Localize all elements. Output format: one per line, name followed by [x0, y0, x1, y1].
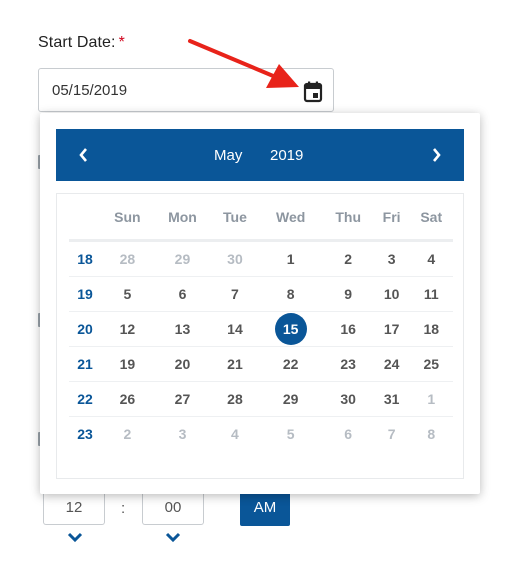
calendar-day[interactable]: 27	[153, 381, 212, 417]
calendar-grid: Sun Mon Tue Wed Thu Fri Sat 18 28 29 30 …	[69, 194, 453, 451]
month-label[interactable]: May	[214, 147, 242, 164]
week-number: 18	[69, 240, 101, 277]
calendar-day[interactable]: 5	[101, 276, 154, 312]
calendar-day[interactable]: 17	[373, 311, 410, 347]
year-label[interactable]: 2019	[270, 147, 303, 164]
calendar-day[interactable]: 5	[259, 417, 323, 452]
week-row: 21 19 20 21 22 23 24 25	[69, 346, 453, 382]
calendar-day[interactable]: 2	[322, 240, 374, 277]
calendar-day[interactable]: 4	[409, 240, 453, 277]
weekday-header-row: Sun Mon Tue Wed Thu Fri Sat	[69, 194, 453, 242]
calendar-day[interactable]: 6	[153, 276, 212, 312]
selected-day-label: 15	[274, 313, 307, 345]
week-row: 18 28 29 30 1 2 3 4	[69, 240, 453, 277]
weekday-header: Mon	[153, 194, 212, 242]
week-number: 21	[69, 346, 101, 382]
date-picker-popup: May 2019 Sun Mon Tue Wed Thu Fri Sat 18 …	[40, 113, 480, 494]
week-row: 19 5 6 7 8 9 10 11	[69, 276, 453, 312]
am-pm-toggle[interactable]: AM	[240, 492, 290, 526]
calendar-day[interactable]: 3	[154, 417, 211, 452]
time-separator: :	[121, 500, 126, 517]
week-row: 23 2 3 4 5 6 7 8	[69, 417, 453, 452]
calendar-day[interactable]: 23	[322, 346, 374, 382]
calendar-day[interactable]: 4	[211, 417, 259, 452]
start-date-input[interactable]: 05/15/2019	[38, 68, 334, 112]
week-number: 19	[69, 276, 101, 312]
calendar-day[interactable]: 14	[211, 311, 259, 347]
calendar-day[interactable]: 25	[409, 346, 453, 382]
calendar-day[interactable]: 28	[211, 381, 259, 417]
calendar-day[interactable]: 12	[101, 311, 154, 347]
calendar-day[interactable]: 29	[258, 381, 323, 417]
selected-day[interactable]: 15	[258, 311, 323, 347]
calendar-day[interactable]: 29	[153, 240, 212, 277]
calendar-day[interactable]: 2	[101, 417, 154, 452]
weekday-header: Sat	[409, 194, 453, 242]
calendar-day[interactable]: 18	[409, 311, 453, 347]
calendar-day[interactable]: 16	[322, 311, 374, 347]
calendar-day[interactable]: 26	[101, 381, 154, 417]
start-date-value: 05/15/2019	[52, 82, 128, 99]
calendar-day[interactable]: 1	[409, 381, 453, 417]
calendar-day[interactable]: 8	[409, 417, 453, 452]
calendar-day[interactable]: 3	[373, 240, 410, 277]
calendar-day[interactable]: 13	[153, 311, 212, 347]
required-asterisk: *	[118, 34, 125, 51]
calendar-day[interactable]: 8	[258, 276, 323, 312]
weekday-header: Sun	[101, 194, 154, 242]
week-number: 22	[69, 381, 101, 417]
calendar-body: Sun Mon Tue Wed Thu Fri Sat 18 28 29 30 …	[56, 193, 464, 479]
weekday-header: Fri	[373, 194, 410, 242]
weekday-header: Thu	[322, 194, 374, 242]
week-number: 20	[69, 311, 101, 347]
calendar-day[interactable]: 6	[323, 417, 374, 452]
calendar-day[interactable]: 22	[258, 346, 323, 382]
calendar-header: May 2019	[56, 129, 464, 181]
calendar-day[interactable]: 10	[373, 276, 410, 312]
start-date-label-text: Start Date:	[38, 34, 116, 51]
minute-down-chevron-icon[interactable]	[165, 530, 181, 543]
weekday-header: Tue	[211, 194, 259, 242]
week-row: 22 26 27 28 29 30 31 1	[69, 381, 453, 417]
hour-down-chevron-icon[interactable]	[67, 530, 83, 543]
minute-field[interactable]: 00	[142, 491, 204, 525]
calendar-day[interactable]: 1	[258, 240, 323, 277]
week-row: 20 12 13 14 15 16 17 18	[69, 311, 453, 347]
start-date-label: Start Date: *	[38, 34, 125, 52]
chevron-left-icon[interactable]	[74, 145, 94, 165]
chevron-right-icon[interactable]	[426, 145, 446, 165]
calendar-day[interactable]: 11	[409, 276, 453, 312]
calendar-icon[interactable]	[302, 80, 324, 104]
week-number: 23	[77, 426, 93, 442]
calendar-day[interactable]: 9	[322, 276, 374, 312]
week-number-header	[69, 194, 101, 242]
calendar-day[interactable]: 21	[211, 346, 259, 382]
hour-field[interactable]: 12	[43, 491, 105, 525]
calendar-day[interactable]: 30	[211, 240, 259, 277]
calendar-day[interactable]: 24	[373, 346, 410, 382]
calendar-day[interactable]: 20	[153, 346, 212, 382]
calendar-day[interactable]: 7	[211, 276, 259, 312]
calendar-day[interactable]: 30	[322, 381, 374, 417]
weekday-header: Wed	[258, 194, 323, 242]
calendar-day[interactable]: 7	[374, 417, 410, 452]
calendar-day[interactable]: 19	[101, 346, 154, 382]
calendar-day[interactable]: 28	[101, 240, 154, 277]
calendar-day[interactable]: 31	[373, 381, 410, 417]
